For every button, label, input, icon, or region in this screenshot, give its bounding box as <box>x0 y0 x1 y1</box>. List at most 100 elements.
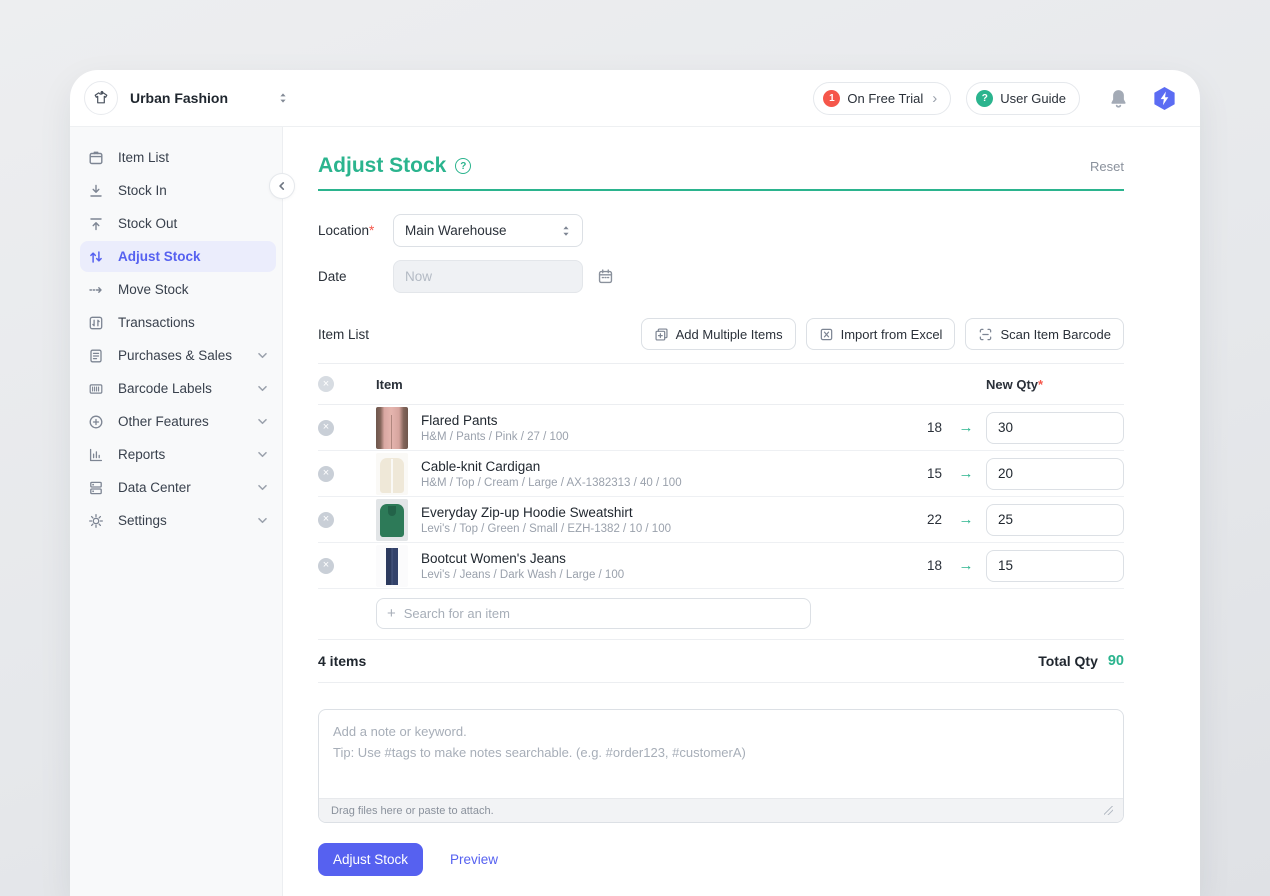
workspace-name: Urban Fashion <box>130 90 228 106</box>
calendar-icon[interactable] <box>597 268 614 285</box>
arrow-right-icon: → <box>946 511 986 528</box>
sidebar: Item List Stock In Stock Out Adjust Stoc… <box>70 127 283 896</box>
current-qty: 15 <box>886 466 946 481</box>
item-details: H&M / Pants / Pink / 27 / 100 <box>421 431 569 443</box>
sidebar-item-transactions[interactable]: Transactions <box>80 307 276 338</box>
arrows-up-down-icon <box>88 249 104 265</box>
summary-row: 4 items Total Qty 90 <box>318 640 1124 683</box>
chevron-down-icon <box>257 482 268 493</box>
sidebar-item-settings[interactable]: Settings <box>80 505 276 536</box>
attach-hint: Drag files here or paste to attach. <box>331 805 494 817</box>
item-name: Cable-knit Cardigan <box>421 459 682 474</box>
copy-plus-icon <box>654 327 669 342</box>
sidebar-item-barcode-labels[interactable]: Barcode Labels <box>80 373 276 404</box>
table-row: × Everyday Zip-up Hoodie Sweatshirt Levi… <box>318 497 1124 543</box>
table-row: × Flared Pants H&M / Pants / Pink / 27 /… <box>318 405 1124 451</box>
chevron-down-icon <box>257 416 268 427</box>
plus-icon: + <box>387 606 396 621</box>
notifications-bell-icon[interactable] <box>1108 88 1129 109</box>
new-qty-input[interactable] <box>986 412 1124 444</box>
free-trial-button[interactable]: 1 On Free Trial › <box>813 82 951 115</box>
sidebar-item-item-list[interactable]: Item List <box>80 142 276 173</box>
total-qty-value: 90 <box>1108 653 1124 669</box>
arrow-right-icon: → <box>946 557 986 574</box>
reset-button[interactable]: Reset <box>1090 159 1124 174</box>
arrow-right-icon: → <box>946 465 986 482</box>
chevron-down-icon <box>257 449 268 460</box>
location-label: Location* <box>318 223 393 238</box>
note-input[interactable]: Add a note or keyword. Tip: Use #tags to… <box>318 709 1124 823</box>
scan-frame-icon <box>978 327 993 342</box>
tshirt-hanger-icon <box>91 88 111 108</box>
workspace-switcher-icon[interactable] <box>276 91 290 105</box>
barcode-icon <box>88 381 104 397</box>
product-image-cardigan <box>376 453 408 495</box>
database-icon <box>88 480 104 496</box>
item-name: Bootcut Women's Jeans <box>421 551 624 566</box>
chevron-right-icon: › <box>932 91 937 106</box>
chevron-down-icon <box>257 350 268 361</box>
sidebar-item-other-features[interactable]: Other Features <box>80 406 276 437</box>
item-table: × Item New Qty* × Flared Pants H&M / Pan… <box>318 363 1124 683</box>
item-list-section-label: Item List <box>318 327 369 342</box>
item-details: Levi's / Top / Green / Small / EZH-1382 … <box>421 523 671 535</box>
sidebar-item-purchases-sales[interactable]: Purchases & Sales <box>80 340 276 371</box>
sidebar-item-reports[interactable]: Reports <box>80 439 276 470</box>
sidebar-item-stock-out[interactable]: Stock Out <box>80 208 276 239</box>
document-icon <box>88 348 104 364</box>
add-multiple-items-button[interactable]: Add Multiple Items <box>641 318 796 350</box>
item-details: H&M / Top / Cream / Large / AX-1382313 /… <box>421 477 682 489</box>
attach-hint-strip[interactable]: Drag files here or paste to attach. <box>319 798 1123 822</box>
new-qty-input[interactable] <box>986 458 1124 490</box>
column-header-item: Item <box>334 377 886 392</box>
sidebar-item-stock-in[interactable]: Stock In <box>80 175 276 206</box>
arrow-up-from-line-icon <box>88 216 104 232</box>
note-placeholder: Add a note or keyword. Tip: Use #tags to… <box>319 710 1123 775</box>
user-guide-button[interactable]: ? User Guide <box>966 82 1080 115</box>
transactions-box-icon <box>88 315 104 331</box>
arrow-down-to-line-icon <box>88 183 104 199</box>
remove-row-icon[interactable]: × <box>318 466 334 482</box>
remove-row-icon[interactable]: × <box>318 512 334 528</box>
app-hexagon-icon[interactable] <box>1151 85 1178 112</box>
remove-row-icon[interactable]: × <box>318 558 334 574</box>
new-qty-input[interactable] <box>986 504 1124 536</box>
topbar: Urban Fashion 1 On Free Trial › ? User G… <box>70 70 1200 127</box>
item-search-box[interactable]: + <box>376 598 811 629</box>
location-select[interactable]: Main Warehouse <box>393 214 583 247</box>
sidebar-collapse-button[interactable] <box>269 173 295 199</box>
page-title: Adjust Stock <box>318 154 446 178</box>
bar-chart-icon <box>88 447 104 463</box>
sidebar-item-data-center[interactable]: Data Center <box>80 472 276 503</box>
workspace-logo[interactable] <box>84 81 118 115</box>
help-badge: ? <box>976 90 993 107</box>
sidebar-item-adjust-stock[interactable]: Adjust Stock <box>80 241 276 272</box>
total-qty-label: Total Qty <box>1038 653 1098 669</box>
import-from-excel-button[interactable]: Import from Excel <box>806 318 956 350</box>
date-input[interactable] <box>393 260 583 293</box>
select-arrows-icon <box>560 224 572 238</box>
product-image-jeans <box>376 545 408 587</box>
item-details: Levi's / Jeans / Dark Wash / Large / 100 <box>421 569 624 581</box>
items-count: 4 items <box>318 653 366 669</box>
resize-handle[interactable] <box>1104 806 1113 815</box>
remove-row-icon[interactable]: × <box>318 420 334 436</box>
preview-link[interactable]: Preview <box>450 852 498 867</box>
current-qty: 18 <box>886 558 946 573</box>
current-qty: 18 <box>886 420 946 435</box>
sidebar-item-move-stock[interactable]: Move Stock <box>80 274 276 305</box>
chevron-down-icon <box>257 515 268 526</box>
item-search-input[interactable] <box>404 606 800 621</box>
item-name: Flared Pants <box>421 413 569 428</box>
remove-all-icon[interactable]: × <box>318 376 334 392</box>
product-image-hoodie <box>376 499 408 541</box>
plus-circle-icon <box>88 414 104 430</box>
main-panel: Adjust Stock ? Reset Location* Main Ware… <box>283 127 1200 896</box>
table-row: × Bootcut Women's Jeans Levi's / Jeans /… <box>318 543 1124 589</box>
adjust-stock-submit-button[interactable]: Adjust Stock <box>318 843 423 876</box>
current-qty: 22 <box>886 512 946 527</box>
help-icon[interactable]: ? <box>455 158 471 174</box>
scan-item-barcode-button[interactable]: Scan Item Barcode <box>965 318 1124 350</box>
new-qty-input[interactable] <box>986 550 1124 582</box>
app-window: Urban Fashion 1 On Free Trial › ? User G… <box>70 70 1200 896</box>
